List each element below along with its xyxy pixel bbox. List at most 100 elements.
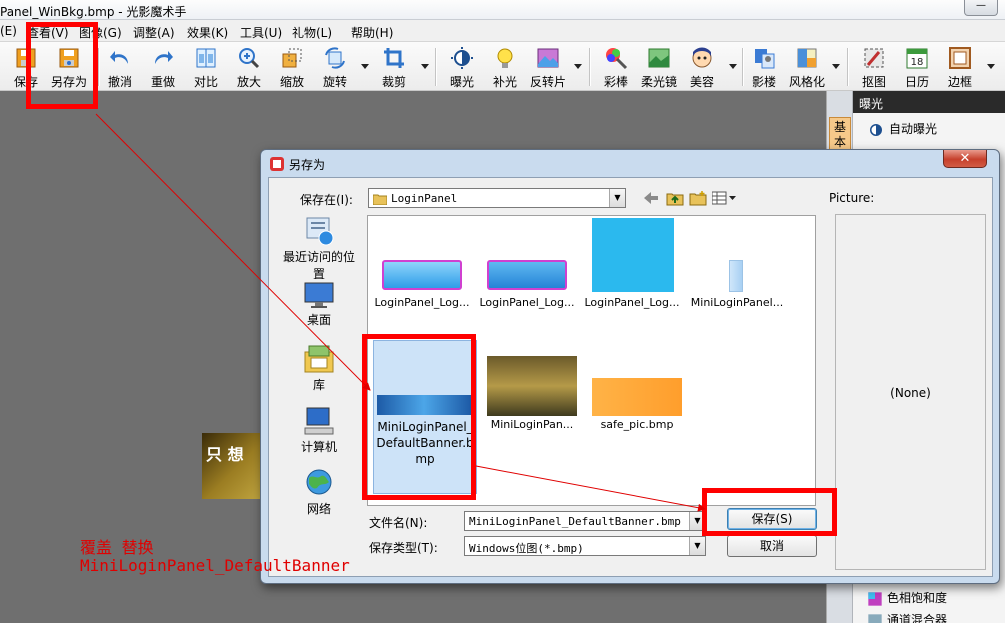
frame-dropdown-icon[interactable] [986, 61, 996, 71]
tool-color-wand[interactable]: 彩棒 [595, 44, 637, 89]
panel-item-channel-mixer[interactable]: 通道混合器 [867, 611, 947, 623]
tool-label: 对比 [193, 75, 218, 89]
canvas-image: 只 想 [202, 433, 262, 499]
stylize-dropdown-icon[interactable] [831, 61, 841, 71]
tool-beauty[interactable]: 美容 [681, 44, 723, 89]
cutout-icon [864, 48, 884, 68]
highlight-save-as [26, 22, 98, 109]
file-item[interactable]: MiniLoginPan... [480, 356, 584, 431]
menu-gifts[interactable]: 礼物(L) [292, 24, 332, 41]
filetype-select[interactable]: Windows位图(*.bmp) ▼ [464, 536, 706, 556]
tool-label: 影楼 [751, 75, 776, 89]
redo-icon [155, 51, 173, 64]
panel-item-auto-exposure[interactable]: 自动曝光 [867, 120, 937, 139]
libraries-icon [304, 345, 334, 373]
place-network[interactable]: 网络 [279, 468, 359, 517]
studio-icon [755, 49, 775, 69]
place-computer[interactable]: 计算机 [279, 406, 359, 455]
zoom-in-icon [239, 48, 260, 69]
cancel-button[interactable]: 取消 [727, 535, 817, 557]
computer-icon [304, 407, 334, 435]
file-item[interactable]: LoginPanel_Log... [475, 218, 579, 309]
tool-undo[interactable]: 撤消 [99, 44, 141, 89]
panel-item-label: 通道混合器 [887, 613, 948, 623]
menu-edit[interactable]: (E) [0, 24, 17, 38]
file-name: LoginPanel_Log... [374, 296, 470, 309]
chevron-down-icon: ▼ [689, 537, 705, 555]
tool-label: 日历 [904, 75, 929, 89]
tool-zoom-in[interactable]: 放大 [228, 44, 270, 89]
file-name: LoginPanel_Log... [584, 296, 680, 309]
file-thumbnail [372, 218, 472, 294]
menu-effects[interactable]: 效果(K) [187, 24, 228, 41]
rotate-dropdown-icon[interactable] [360, 61, 370, 71]
dialog-title: 另存为 [289, 158, 326, 172]
tool-resize[interactable]: 缩放 [271, 44, 313, 89]
menu-bar: (E) 查看(V) 图像(G) 调整(A) 效果(K) 工具(U) 礼物(L) … [0, 20, 1005, 42]
menu-tools[interactable]: 工具(U) [240, 24, 282, 41]
color-wand-icon [606, 48, 628, 70]
tool-calendar[interactable]: 18 日历 [896, 44, 938, 89]
minimize-button[interactable]: — [964, 0, 998, 16]
menu-adjust[interactable]: 调整(A) [133, 24, 175, 41]
crop-dropdown-icon[interactable] [420, 61, 430, 71]
place-label: 桌面 [306, 313, 331, 327]
tool-label: 裁剪 [381, 75, 406, 89]
slide-film-icon [537, 48, 559, 68]
tool-exposure[interactable]: 曝光 [441, 44, 483, 89]
place-desktop[interactable]: 桌面 [279, 281, 359, 328]
back-icon[interactable] [643, 191, 659, 205]
tool-fill-light[interactable]: 补光 [484, 44, 526, 89]
save-in-select[interactable]: LoginPanel ▼ [368, 188, 626, 208]
file-thumbnail [477, 218, 577, 294]
tool-frame[interactable]: 边框 [939, 44, 981, 89]
annotation-line-2: MiniLoginPanel_DefaultBanner [80, 556, 350, 575]
file-item[interactable]: LoginPanel_Log... [580, 218, 684, 309]
tool-cutout[interactable]: 抠图 [853, 44, 895, 89]
new-folder-icon[interactable] [689, 190, 707, 206]
calendar-icon: 18 [906, 48, 928, 69]
tool-rotate[interactable]: 旋转 [314, 44, 356, 89]
place-recent[interactable]: 最近访问的位置 [279, 216, 359, 282]
file-item[interactable]: LoginPanel_Log... [370, 218, 474, 309]
filename-input[interactable]: MiniLoginPanel_DefaultBanner.bmp ▼ [464, 511, 706, 531]
tool-label: 撤消 [107, 75, 132, 89]
panel-item-hue-saturation[interactable]: 色相饱和度 [867, 589, 947, 607]
up-folder-icon[interactable] [666, 190, 684, 206]
tool-label: 重做 [150, 75, 175, 89]
close-button[interactable]: ✕ [943, 150, 987, 168]
tool-compare[interactable]: 对比 [185, 44, 227, 89]
tab-basic[interactable]: 基本 [829, 117, 851, 153]
panel-item-label: 自动曝光 [889, 122, 938, 136]
tool-label: 反转片 [529, 75, 566, 89]
highlight-selected-file [362, 334, 476, 500]
filename-value: MiniLoginPanel_DefaultBanner.bmp [469, 515, 681, 528]
tool-slide-film[interactable]: 反转片 [527, 44, 569, 89]
tool-crop[interactable]: 裁剪 [373, 44, 415, 89]
filename-label: 文件名(N): [369, 516, 428, 530]
undo-icon [110, 51, 128, 64]
toolbar-separator [589, 48, 590, 86]
place-label: 网络 [306, 502, 331, 516]
tool-label: 风格化 [788, 75, 825, 89]
tool-studio[interactable]: 影楼 [743, 44, 785, 89]
filetype-label: 保存类型(T): [369, 541, 438, 555]
tool-label: 柔光镜 [640, 75, 677, 89]
annotation-line-1: 覆盖 替换 [80, 538, 154, 557]
place-libraries[interactable]: 库 [279, 344, 359, 393]
file-item[interactable]: safe_pic.bmp [585, 356, 689, 431]
beauty-dropdown-icon[interactable] [728, 61, 738, 71]
view-menu-icon[interactable] [712, 191, 738, 205]
tool-label: 放大 [236, 75, 261, 89]
exposure-icon [451, 47, 473, 69]
tool-label: 旋转 [322, 75, 347, 89]
menu-help[interactable]: 帮助(H) [351, 24, 393, 41]
tool-stylize[interactable]: 风格化 [786, 44, 828, 89]
panel-header: 曝光 [853, 91, 1005, 113]
tool-soft-light[interactable]: 柔光镜 [638, 44, 680, 89]
tool-redo[interactable]: 重做 [142, 44, 184, 89]
file-item[interactable]: MiniLoginPanel... [685, 218, 789, 309]
file-thumbnail [587, 356, 687, 432]
slide-film-dropdown-icon[interactable] [573, 61, 583, 71]
frame-icon [949, 47, 971, 69]
